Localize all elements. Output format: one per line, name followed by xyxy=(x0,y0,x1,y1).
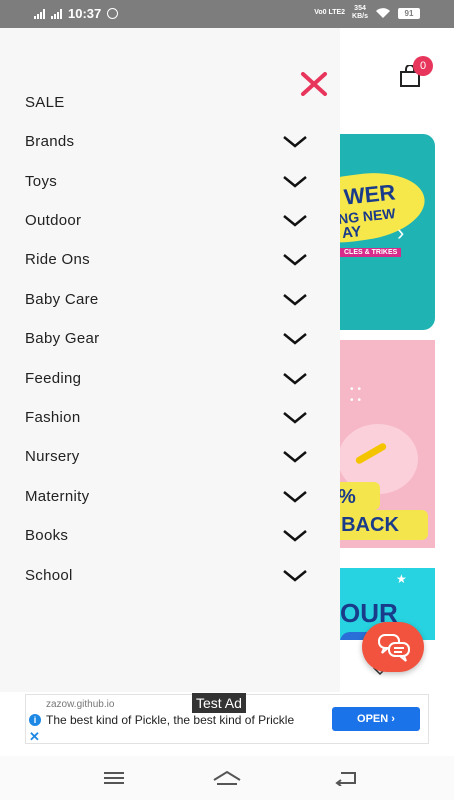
menu-item-sale[interactable]: SALE xyxy=(25,94,65,111)
menu-item-ride-ons[interactable]: Ride Ons xyxy=(25,244,315,274)
menu-item-label: Toys xyxy=(25,172,58,190)
status-bar: 10:37 Vo0 LTE2 354 KB/s 91 xyxy=(0,0,454,28)
menu-item-label: Brands xyxy=(25,132,75,150)
test-ad-label: Test Ad xyxy=(192,693,246,713)
chat-button[interactable] xyxy=(362,622,424,672)
menu-item-label: Outdoor xyxy=(25,211,82,229)
chevron-down-icon[interactable] xyxy=(281,291,309,307)
status-time: 10:37 xyxy=(68,6,102,21)
chevron-down-icon[interactable] xyxy=(281,370,309,386)
banner-text: % xyxy=(338,486,356,508)
ad-text: The best kind of Pickle, the best kind o… xyxy=(46,713,295,727)
menu-item-fashion[interactable]: Fashion xyxy=(25,402,315,432)
cart-count-badge: 0 xyxy=(413,56,433,76)
menu-item-maternity[interactable]: Maternity xyxy=(25,481,315,511)
ad-url: zazow.github.io xyxy=(46,699,115,710)
navigation-drawer: SALE Brands Toys Outdoor Ride Ons Baby C… xyxy=(0,28,340,692)
chevron-down-icon[interactable] xyxy=(281,527,309,543)
chevron-down-icon[interactable] xyxy=(281,173,309,189)
menu-item-books[interactable]: Books xyxy=(25,520,315,550)
banner-tag: CLES & TRIKES xyxy=(340,248,402,257)
chevron-down-icon[interactable] xyxy=(281,448,309,464)
menu-item-school[interactable]: School xyxy=(25,560,315,590)
close-icon[interactable] xyxy=(300,72,328,96)
chevron-down-icon[interactable] xyxy=(281,133,309,149)
menu-item-label: Ride Ons xyxy=(25,250,90,268)
menu-item-toys[interactable]: Toys xyxy=(25,166,315,196)
menu-item-label: Nursery xyxy=(25,447,80,465)
menu-item-outdoor[interactable]: Outdoor xyxy=(25,205,315,235)
close-ad-icon[interactable]: ✕ xyxy=(29,729,40,745)
home-icon[interactable] xyxy=(212,770,242,786)
chat-icon xyxy=(378,634,410,662)
info-icon[interactable]: i xyxy=(29,714,41,726)
menu-item-label: Baby Care xyxy=(25,290,99,308)
signal-icon xyxy=(34,8,45,19)
menu-item-baby-care[interactable]: Baby Care xyxy=(25,284,315,314)
menu-icon[interactable] xyxy=(103,770,125,786)
back-icon[interactable] xyxy=(335,770,357,786)
star-icon: ★ xyxy=(396,572,407,586)
banner-text: AY xyxy=(341,223,363,242)
menu-item-label: Fashion xyxy=(25,408,81,426)
menu-item-label: Feeding xyxy=(25,369,82,387)
menu-item-label: Maternity xyxy=(25,487,90,505)
network-indicator: Vo0 LTE2 xyxy=(314,9,346,16)
whatsapp-icon xyxy=(107,8,119,19)
decor-dots: •• •• xyxy=(350,384,366,406)
battery-icon: 91 xyxy=(398,7,420,19)
menu-item-nursery[interactable]: Nursery xyxy=(25,441,315,471)
menu-item-label: Baby Gear xyxy=(25,329,100,347)
menu-item-brands[interactable]: Brands xyxy=(25,126,315,156)
chevron-down-icon[interactable] xyxy=(281,488,309,504)
menu-item-label: Books xyxy=(25,526,69,544)
system-nav-bar xyxy=(0,756,454,800)
chevron-down-icon[interactable] xyxy=(281,409,309,425)
chevron-down-icon[interactable] xyxy=(281,567,309,583)
ad-open-button[interactable]: OPEN › xyxy=(332,707,420,731)
chevron-down-icon[interactable] xyxy=(281,251,309,267)
network-speed: 354 KB/s xyxy=(352,5,368,20)
chevron-down-icon[interactable] xyxy=(281,330,309,346)
banner-text: I BACK xyxy=(326,510,428,540)
menu-item-feeding[interactable]: Feeding xyxy=(25,363,315,393)
signal-icon xyxy=(51,8,62,19)
chevron-right-icon[interactable]: › xyxy=(397,220,404,246)
wifi-icon xyxy=(376,8,390,18)
menu-item-label: School xyxy=(25,566,73,584)
chevron-down-icon[interactable] xyxy=(281,212,309,228)
menu-item-baby-gear[interactable]: Baby Gear xyxy=(25,323,315,353)
